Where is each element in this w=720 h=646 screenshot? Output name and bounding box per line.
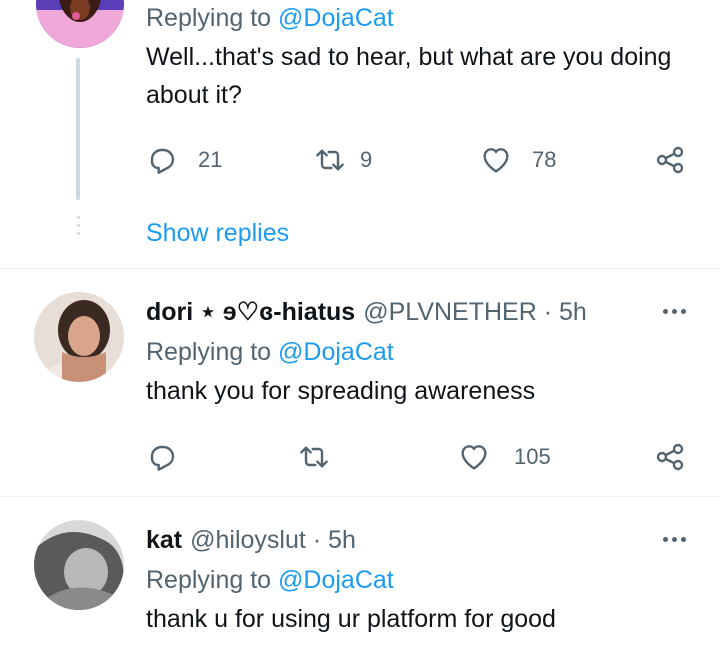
tweet-header: kat @hiloyslut · 5h xyxy=(146,524,686,556)
reply-icon xyxy=(150,148,175,174)
tweet-actions: 21 9 78 xyxy=(146,140,691,180)
username-and-time[interactable]: @hiloyslut · 5h xyxy=(190,524,356,556)
display-name[interactable]: dori ⋆ ɘ♡ɞ-hiatus xyxy=(146,296,355,328)
retweet-button[interactable]: 9 xyxy=(314,140,372,180)
avatar[interactable] xyxy=(34,520,124,610)
replying-to-label: Replying to xyxy=(146,338,272,366)
retweet-icon xyxy=(316,149,344,171)
tweet-3[interactable]: kat @hiloyslut · 5h Replying to @DojaCat… xyxy=(0,497,720,646)
tweet-text: thank u for using ur platform for good xyxy=(146,605,556,633)
replying-to: Replying to @DojaCat xyxy=(146,564,686,596)
retweet-count: 9 xyxy=(360,147,373,172)
avatar[interactable] xyxy=(34,292,124,382)
tweet-actions: 105 xyxy=(146,437,691,477)
reply-button[interactable] xyxy=(146,437,198,477)
heart-icon xyxy=(461,445,487,470)
share-button[interactable] xyxy=(654,437,686,477)
thread-continuation-dots xyxy=(77,216,80,240)
like-count: 105 xyxy=(514,444,551,469)
heart-icon xyxy=(483,148,509,173)
tweet-1[interactable]: Replying to @DojaCat Well...that's sad t… xyxy=(0,0,720,268)
thread-line xyxy=(76,58,80,200)
share-icon xyxy=(656,443,684,471)
like-button[interactable]: 105 xyxy=(458,437,551,477)
tweet-2[interactable]: dori ⋆ ɘ♡ɞ-hiatus @PLVNETHER · 5h Replyi… xyxy=(0,269,720,496)
share-icon xyxy=(656,146,684,174)
more-icon[interactable] xyxy=(663,537,686,542)
retweet-button[interactable] xyxy=(298,437,350,477)
reply-mention-link[interactable]: @DojaCat xyxy=(278,4,394,32)
avatar[interactable] xyxy=(36,0,124,48)
share-button[interactable] xyxy=(654,140,686,180)
username-and-time[interactable]: @PLVNETHER · 5h xyxy=(363,296,587,328)
like-count: 78 xyxy=(532,147,557,172)
replying-to-label: Replying to xyxy=(146,566,272,594)
reply-icon xyxy=(150,445,175,471)
replying-to-label: Replying to xyxy=(146,4,272,32)
like-button[interactable]: 78 xyxy=(480,140,556,180)
replying-to: Replying to @DojaCat xyxy=(146,336,686,368)
tweet-text: thank you for spreading awareness xyxy=(146,377,536,405)
reply-count: 21 xyxy=(198,147,223,172)
retweet-icon xyxy=(300,446,328,468)
tweet-header: dori ⋆ ɘ♡ɞ-hiatus @PLVNETHER · 5h xyxy=(146,296,686,328)
reply-mention-link[interactable]: @DojaCat xyxy=(278,566,394,594)
display-name[interactable]: kat xyxy=(146,524,182,556)
replying-to: Replying to @DojaCat xyxy=(146,2,686,34)
more-icon[interactable] xyxy=(663,309,686,314)
tweet-text: Well...that's sad to hear, but what are … xyxy=(146,43,672,109)
reply-mention-link[interactable]: @DojaCat xyxy=(278,338,394,366)
reply-button[interactable]: 21 xyxy=(146,140,222,180)
show-replies-link[interactable]: Show replies xyxy=(146,219,289,248)
